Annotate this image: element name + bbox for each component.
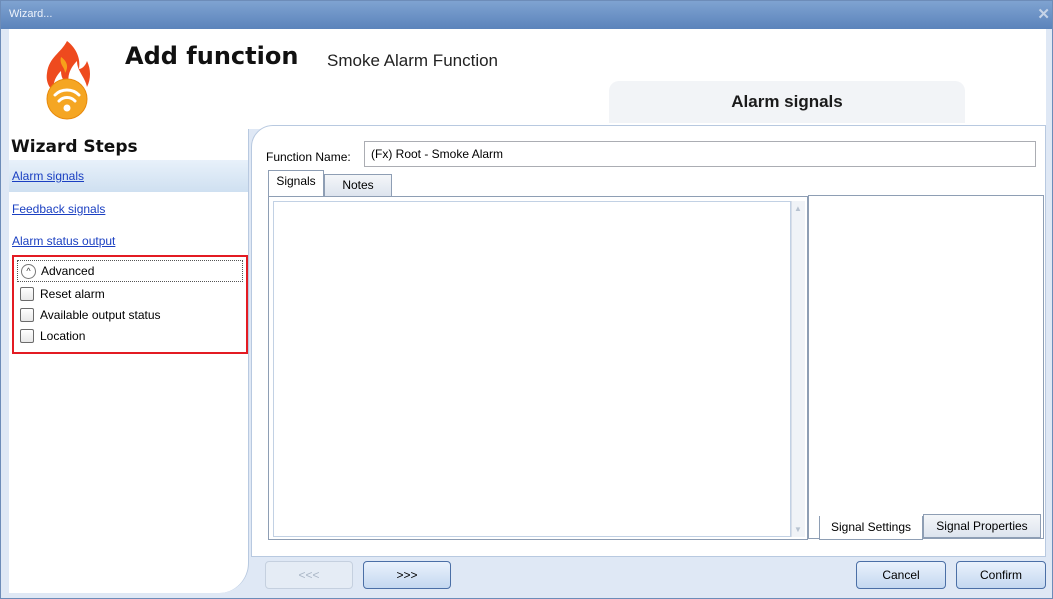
- title-bar[interactable]: Wizard... ✕: [1, 1, 1052, 29]
- signal-details-panel: Signal Settings Signal Properties: [808, 195, 1044, 540]
- page-title: Add function: [125, 42, 299, 70]
- step-alarm-status-output[interactable]: Alarm status output: [9, 225, 248, 257]
- location-checkbox[interactable]: [20, 329, 34, 343]
- advanced-expander[interactable]: ^ Advanced: [17, 260, 243, 282]
- wizard-steps-title: Wizard Steps: [11, 137, 138, 157]
- location-label: Location: [40, 329, 86, 343]
- cancel-button[interactable]: Cancel: [856, 561, 946, 589]
- advanced-label: Advanced: [41, 264, 95, 278]
- signals-tab-content: ▲ ▼: [268, 196, 808, 540]
- window-title: Wizard...: [9, 8, 53, 20]
- tab-notes[interactable]: Notes: [324, 174, 392, 196]
- advanced-section: ^ Advanced Reset alarm Available output …: [12, 255, 248, 354]
- scroll-down-arrow-icon[interactable]: ▼: [794, 525, 802, 534]
- tab-signal-settings[interactable]: Signal Settings: [819, 516, 923, 540]
- wizard-header: Add function Smoke Alarm Function Alarm …: [9, 29, 1046, 129]
- step-feedback-signals[interactable]: Feedback signals: [9, 193, 248, 225]
- signals-list[interactable]: [273, 201, 791, 537]
- reset-alarm-label: Reset alarm: [40, 287, 105, 301]
- confirm-button[interactable]: Confirm: [956, 561, 1046, 589]
- back-button[interactable]: <<<: [265, 561, 353, 589]
- available-output-status-checkbox[interactable]: [20, 308, 34, 322]
- function-name-label: Function Name:: [266, 150, 351, 164]
- collapse-chevron-icon[interactable]: ^: [21, 264, 36, 279]
- step-alarm-signals[interactable]: Alarm signals: [9, 160, 248, 192]
- tab-signals[interactable]: Signals: [268, 170, 324, 196]
- wizard-steps-panel: Wizard Steps Alarm signals Feedback sign…: [9, 129, 249, 593]
- function-name-input[interactable]: (Fx) Root - Smoke Alarm: [364, 141, 1036, 167]
- tab-signal-properties[interactable]: Signal Properties: [923, 514, 1041, 538]
- function-type-subtitle: Smoke Alarm Function: [327, 51, 499, 70]
- wizard-window: Wizard... ✕ Add function Smoke Alarm Fun…: [0, 0, 1053, 599]
- current-step-tab: Alarm signals: [609, 81, 965, 123]
- reset-alarm-checkbox[interactable]: [20, 287, 34, 301]
- signals-scrollbar[interactable]: ▲ ▼: [791, 201, 805, 537]
- available-output-status-label: Available output status: [40, 308, 161, 322]
- scroll-up-arrow-icon[interactable]: ▲: [794, 204, 802, 213]
- flame-wireless-icon: [46, 41, 90, 120]
- next-button[interactable]: >>>: [363, 561, 451, 589]
- main-panel: Function Name: (Fx) Root - Smoke Alarm S…: [251, 125, 1046, 557]
- close-icon[interactable]: ✕: [1037, 5, 1050, 23]
